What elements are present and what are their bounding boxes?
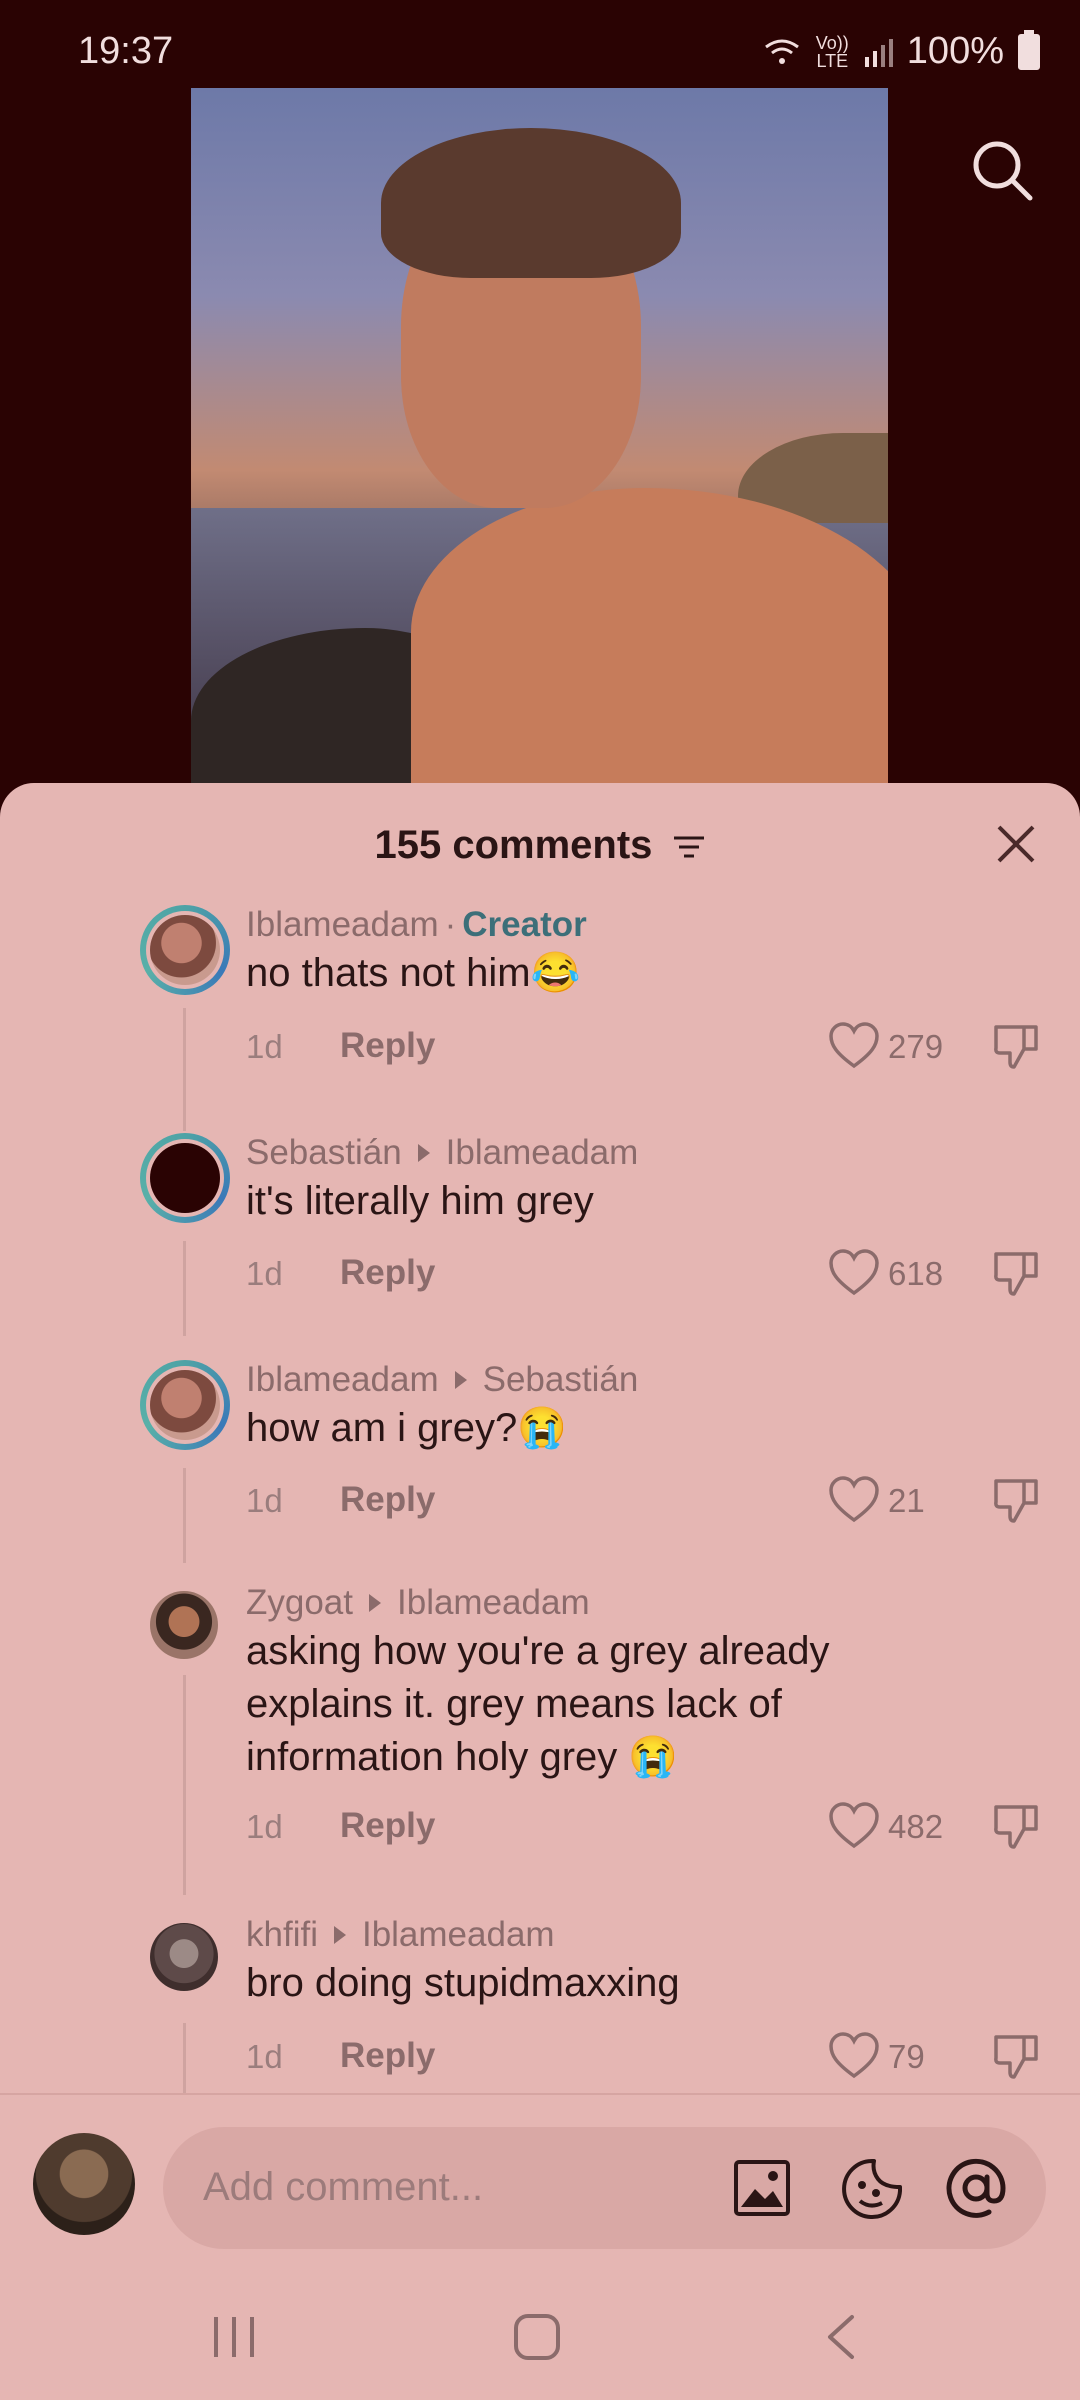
- wifi-icon: [764, 39, 799, 64]
- reply-arrow-icon: [333, 1926, 346, 1945]
- status-time: 19:37: [78, 30, 174, 72]
- emoji-sticker-icon[interactable]: [840, 2157, 904, 2221]
- thread-line: [183, 1008, 186, 1131]
- avatar[interactable]: [140, 1133, 230, 1223]
- comment-time: 1d: [246, 1255, 283, 1292]
- reply-button[interactable]: Reply: [340, 2036, 435, 2076]
- like-count: 21: [888, 1482, 925, 1519]
- comment-text: no thats not him😂: [246, 951, 581, 995]
- reply-arrow-icon: [417, 1144, 430, 1163]
- comment-username[interactable]: khfifi: [246, 1915, 318, 1954]
- battery-percent: 100%: [906, 30, 1004, 72]
- comments-title: 155 comments: [0, 823, 1080, 868]
- reply-to-username[interactable]: Iblameadam: [362, 1915, 555, 1954]
- reply-to-username[interactable]: Iblameadam: [446, 1133, 639, 1172]
- comment-item: Iblameadam Sebastián how am i grey?😭 1d R…: [0, 1355, 1080, 1583]
- comment-meta: Iblameadam · Creator: [246, 905, 587, 944]
- like-heart-icon[interactable]: [828, 2031, 880, 2081]
- status-bar: 19:37 Vo)) LTE 100%: [0, 0, 1080, 88]
- comment-username[interactable]: Zygoat: [246, 1583, 353, 1622]
- like-count: 618: [888, 1255, 944, 1292]
- reply-arrow-icon: [369, 1594, 381, 1613]
- comments-count: 155 comments: [374, 823, 653, 867]
- comment-text: bro doing stupidmaxxing: [246, 1961, 680, 2005]
- comment-text: how am i grey?😭: [246, 1406, 568, 1450]
- comment-meta: Sebastián Iblameadam: [246, 1133, 638, 1173]
- dislike-icon[interactable]: [992, 1248, 1040, 1298]
- system-nav-bar: [0, 2275, 1080, 2400]
- volte-label: Vo)): [815, 32, 849, 53]
- thread-line: [183, 2023, 186, 2093]
- avatar[interactable]: [150, 1591, 218, 1659]
- comment-text: it's literally him grey: [246, 1179, 594, 1223]
- comment-item: Iblameadam · Creator no thats not him😂 1d …: [0, 905, 1080, 1131]
- thread-line: [183, 1468, 186, 1563]
- avatar[interactable]: [140, 905, 230, 995]
- home-icon[interactable]: [513, 2313, 561, 2361]
- status-icons: Vo)) LTE 100%: [762, 29, 1040, 73]
- dislike-icon[interactable]: [992, 1801, 1040, 1851]
- like-heart-icon[interactable]: [828, 1475, 880, 1525]
- comment-meta: Zygoat Iblameadam: [246, 1583, 590, 1623]
- creator-badge: Creator: [462, 905, 587, 944]
- avatar[interactable]: [150, 1923, 218, 1991]
- avatar[interactable]: [140, 1360, 230, 1450]
- thread-line: [183, 1241, 186, 1336]
- like-heart-icon[interactable]: [828, 1248, 880, 1298]
- comments-sheet: 155 comments Iblameadam · Creator no thats…: [0, 783, 1080, 2400]
- reply-button[interactable]: Reply: [340, 1806, 435, 1846]
- comment-username[interactable]: Iblameadam: [246, 905, 439, 944]
- like-count: 279: [888, 1028, 944, 1065]
- comment-time: 1d: [246, 1808, 283, 1845]
- dislike-icon[interactable]: [992, 2031, 1040, 2081]
- dislike-icon[interactable]: [992, 1021, 1040, 1071]
- dislike-icon[interactable]: [992, 1475, 1040, 1525]
- comment-meta: khfifi Iblameadam: [246, 1915, 555, 1955]
- comments-header: 155 comments: [0, 783, 1080, 901]
- like-count: 79: [888, 2038, 925, 2075]
- mention-at-icon[interactable]: [943, 2155, 1009, 2221]
- signal-icon: [864, 38, 893, 67]
- video-preview[interactable]: [191, 88, 888, 783]
- comment-meta: Iblameadam Sebastián: [246, 1360, 638, 1400]
- reply-button[interactable]: Reply: [340, 1026, 435, 1066]
- network-type: Vo)) LTE: [816, 34, 849, 70]
- comment-time: 1d: [246, 2038, 283, 2075]
- search-icon[interactable]: [970, 138, 1034, 202]
- sort-filter-icon[interactable]: [672, 832, 706, 862]
- close-icon[interactable]: [995, 823, 1037, 865]
- comment-username[interactable]: Sebastián: [246, 1133, 402, 1172]
- comment-text: asking how you're a grey already explain…: [246, 1629, 830, 1779]
- comment-input[interactable]: Add comment...: [163, 2127, 1046, 2249]
- lte-label: LTE: [816, 50, 849, 71]
- person-shoulders: [411, 488, 888, 783]
- like-count: 482: [888, 1808, 944, 1845]
- back-icon[interactable]: [822, 2313, 858, 2361]
- comment-placeholder: Add comment...: [203, 2165, 484, 2209]
- reply-button[interactable]: Reply: [340, 1480, 435, 1520]
- comment-item: Sebastián Iblameadam it's literally him g…: [0, 1128, 1080, 1356]
- thread-line: [183, 1675, 186, 1895]
- battery-icon: [1018, 29, 1040, 70]
- reply-arrow-icon: [454, 1371, 467, 1390]
- image-icon[interactable]: [733, 2159, 791, 2217]
- comment-time: 1d: [246, 1482, 283, 1519]
- recent-apps-icon[interactable]: [210, 2315, 258, 2359]
- comment-username[interactable]: Iblameadam: [246, 1360, 439, 1399]
- reply-button[interactable]: Reply: [340, 1253, 435, 1293]
- like-heart-icon[interactable]: [828, 1021, 880, 1071]
- like-heart-icon[interactable]: [828, 1801, 880, 1851]
- comment-time: 1d: [246, 1028, 283, 1065]
- reply-to-username[interactable]: Sebastián: [483, 1360, 639, 1399]
- comment-item: Zygoat Iblameadam asking how you're a gre…: [0, 1583, 1080, 1913]
- my-avatar[interactable]: [33, 2133, 135, 2235]
- person-hair: [381, 128, 681, 278]
- reply-to-username[interactable]: Iblameadam: [397, 1583, 590, 1622]
- comment-item: khfifi Iblameadam bro doing stupidmaxxing…: [0, 1913, 1080, 2093]
